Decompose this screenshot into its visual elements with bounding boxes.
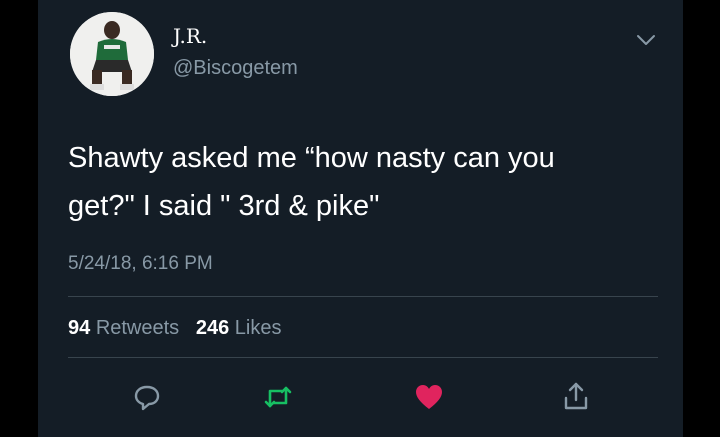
user-handle[interactable]: @Biscogetem (173, 57, 298, 80)
likes-count: 246 (195, 317, 230, 339)
heart-icon (416, 385, 442, 409)
avatar-image (70, 12, 154, 96)
likes-label: Likes (234, 317, 282, 339)
tweet-text: Shawty asked me “how nasty can you get?"… (68, 134, 648, 230)
like-button[interactable] (412, 380, 446, 414)
display-name[interactable]: J.R. (173, 24, 207, 48)
avatar[interactable] (70, 12, 154, 96)
reply-icon (134, 385, 160, 411)
retweets-stat[interactable]: 94 Retweets (68, 317, 179, 339)
share-icon (564, 382, 588, 410)
retweet-button[interactable] (261, 380, 295, 414)
divider (68, 357, 658, 358)
tweet-timestamp[interactable]: 5/24/18, 6:16 PM (68, 253, 213, 275)
chevron-down-icon[interactable] (634, 30, 658, 50)
share-button[interactable] (559, 380, 593, 414)
tweet-text-line: Shawty asked me “how nasty can you (68, 142, 555, 174)
tweet-stats: 94 Retweets 246 Likes (68, 317, 282, 340)
likes-stat[interactable]: 246 Likes (196, 317, 282, 339)
retweet-icon (264, 386, 292, 408)
reply-button[interactable] (130, 380, 164, 414)
divider (68, 296, 658, 297)
retweets-count: 94 (68, 317, 91, 339)
retweets-label: Retweets (95, 317, 180, 339)
tweet-card: J.R. @Biscogetem Shawty asked me “how na… (38, 0, 683, 437)
tweet-text-line: get?" I said " 3rd & pike" (68, 190, 380, 222)
